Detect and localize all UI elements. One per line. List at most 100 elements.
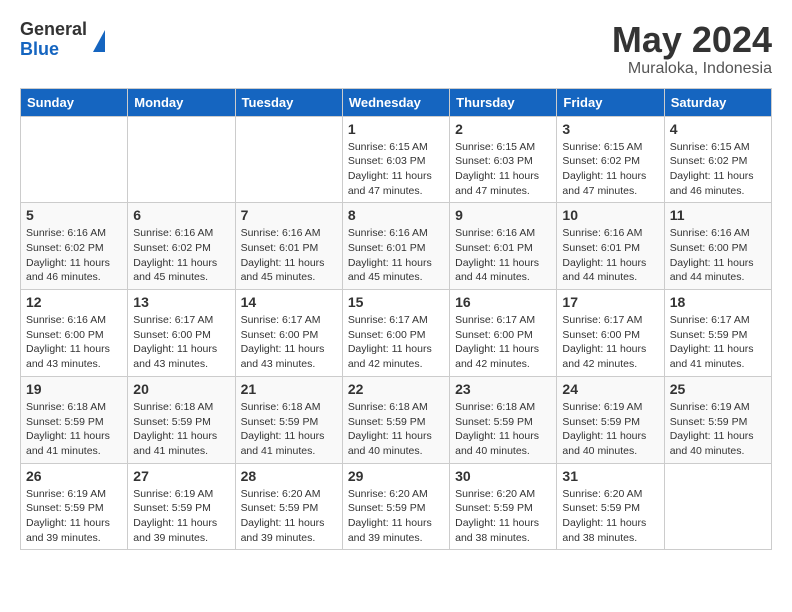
day-info: Sunrise: 6:18 AMSunset: 5:59 PMDaylight:… xyxy=(455,400,551,459)
calendar-cell: 2Sunrise: 6:15 AMSunset: 6:03 PMDaylight… xyxy=(450,116,557,203)
calendar-cell: 27 Sunrise: 6:19 AMSunset: 5:59 PMDayligh… xyxy=(128,463,235,550)
logo-triangle-icon xyxy=(93,30,105,52)
calendar-cell xyxy=(21,116,128,203)
day-number: 24 xyxy=(562,381,658,397)
header-tuesday: Tuesday xyxy=(235,88,342,116)
day-info: Sunrise: 6:17 AMSunset: 6:00 PMDaylight:… xyxy=(455,313,551,372)
calendar-cell: 5 Sunrise: 6:16 AMSunset: 6:02 PMDaylight… xyxy=(21,203,128,290)
day-number: 25 xyxy=(670,381,766,397)
day-info: Sunrise: 6:19 AMSunset: 5:59 PMDaylight:… xyxy=(670,400,766,459)
logo-text: General Blue xyxy=(20,20,87,60)
day-info: Sunrise: 6:20 AMSunset: 5:59 PMDaylight:… xyxy=(241,487,337,546)
day-info: Sunrise: 6:16 AMSunset: 6:01 PMDaylight:… xyxy=(562,226,658,285)
calendar-body: 1 Sunrise: 6:15 AMSunset: 6:03 PMDaylight… xyxy=(21,116,772,550)
day-number: 30 xyxy=(455,468,551,484)
day-number: 9 xyxy=(455,207,551,223)
day-info: Sunrise: 6:19 AMSunset: 5:59 PMDaylight:… xyxy=(133,487,229,546)
day-info: Sunrise: 6:20 AMSunset: 5:59 PMDaylight:… xyxy=(562,487,658,546)
day-number: 17 xyxy=(562,294,658,310)
day-number: 19 xyxy=(26,381,122,397)
logo-general: General xyxy=(20,20,87,40)
calendar-week-row: 12 Sunrise: 6:16 AMSunset: 6:00 PMDayligh… xyxy=(21,290,772,377)
day-info: Sunrise: 6:19 AMSunset: 5:59 PMDaylight:… xyxy=(26,487,122,546)
calendar-cell xyxy=(128,116,235,203)
day-number: 28 xyxy=(241,468,337,484)
calendar-cell: 19 Sunrise: 6:18 AMSunset: 5:59 PMDayligh… xyxy=(21,376,128,463)
calendar-header: Sunday Monday Tuesday Wednesday Thursday… xyxy=(21,88,772,116)
calendar-cell xyxy=(664,463,771,550)
day-info: Sunrise: 6:15 AMSunset: 6:03 PMDaylight:… xyxy=(348,140,444,199)
day-number: 12 xyxy=(26,294,122,310)
calendar-cell: 29 Sunrise: 6:20 AMSunset: 5:59 PMDayligh… xyxy=(342,463,449,550)
calendar-cell: 10Sunrise: 6:16 AMSunset: 6:01 PMDayligh… xyxy=(557,203,664,290)
day-number: 13 xyxy=(133,294,229,310)
days-of-week-row: Sunday Monday Tuesday Wednesday Thursday… xyxy=(21,88,772,116)
calendar-cell: 21Sunrise: 6:18 AMSunset: 5:59 PMDayligh… xyxy=(235,376,342,463)
day-info: Sunrise: 6:16 AMSunset: 6:00 PMDaylight:… xyxy=(26,313,122,372)
day-number: 8 xyxy=(348,207,444,223)
calendar-table: Sunday Monday Tuesday Wednesday Thursday… xyxy=(20,88,772,551)
day-info: Sunrise: 6:20 AMSunset: 5:59 PMDaylight:… xyxy=(455,487,551,546)
calendar-cell: 30 Sunrise: 6:20 AMSunset: 5:59 PMDayligh… xyxy=(450,463,557,550)
calendar-cell: 22Sunrise: 6:18 AMSunset: 5:59 PMDayligh… xyxy=(342,376,449,463)
day-number: 2 xyxy=(455,121,551,137)
calendar-cell: 15Sunrise: 6:17 AMSunset: 6:00 PMDayligh… xyxy=(342,290,449,377)
day-info: Sunrise: 6:17 AMSunset: 6:00 PMDaylight:… xyxy=(562,313,658,372)
header-friday: Friday xyxy=(557,88,664,116)
day-info: Sunrise: 6:18 AMSunset: 5:59 PMDaylight:… xyxy=(133,400,229,459)
day-number: 4 xyxy=(670,121,766,137)
day-number: 27 xyxy=(133,468,229,484)
day-number: 7 xyxy=(241,207,337,223)
day-number: 26 xyxy=(26,468,122,484)
day-info: Sunrise: 6:16 AMSunset: 6:01 PMDaylight:… xyxy=(348,226,444,285)
day-number: 18 xyxy=(670,294,766,310)
calendar-cell: 6Sunrise: 6:16 AMSunset: 6:02 PMDaylight… xyxy=(128,203,235,290)
calendar-cell: 23 Sunrise: 6:18 AMSunset: 5:59 PMDayligh… xyxy=(450,376,557,463)
day-number: 3 xyxy=(562,121,658,137)
calendar-cell: 9 Sunrise: 6:16 AMSunset: 6:01 PMDaylight… xyxy=(450,203,557,290)
header-saturday: Saturday xyxy=(664,88,771,116)
day-number: 16 xyxy=(455,294,551,310)
calendar-cell: 4 Sunrise: 6:15 AMSunset: 6:02 PMDaylight… xyxy=(664,116,771,203)
calendar-week-row: 19 Sunrise: 6:18 AMSunset: 5:59 PMDayligh… xyxy=(21,376,772,463)
day-info: Sunrise: 6:18 AMSunset: 5:59 PMDaylight:… xyxy=(26,400,122,459)
calendar-cell: 11Sunrise: 6:16 AMSunset: 6:00 PMDayligh… xyxy=(664,203,771,290)
day-info: Sunrise: 6:15 AMSunset: 6:02 PMDaylight:… xyxy=(670,140,766,199)
calendar-week-row: 5 Sunrise: 6:16 AMSunset: 6:02 PMDaylight… xyxy=(21,203,772,290)
logo-blue: Blue xyxy=(20,40,87,60)
header-wednesday: Wednesday xyxy=(342,88,449,116)
day-info: Sunrise: 6:17 AMSunset: 5:59 PMDaylight:… xyxy=(670,313,766,372)
day-info: Sunrise: 6:17 AMSunset: 6:00 PMDaylight:… xyxy=(348,313,444,372)
calendar-cell: 12 Sunrise: 6:16 AMSunset: 6:00 PMDayligh… xyxy=(21,290,128,377)
header-monday: Monday xyxy=(128,88,235,116)
day-number: 14 xyxy=(241,294,337,310)
header-sunday: Sunday xyxy=(21,88,128,116)
day-info: Sunrise: 6:19 AMSunset: 5:59 PMDaylight:… xyxy=(562,400,658,459)
day-info: Sunrise: 6:16 AMSunset: 6:01 PMDaylight:… xyxy=(241,226,337,285)
location: Muraloka, Indonesia xyxy=(612,60,772,78)
day-info: Sunrise: 6:16 AMSunset: 6:02 PMDaylight:… xyxy=(26,226,122,285)
day-number: 23 xyxy=(455,381,551,397)
calendar-cell: 13Sunrise: 6:17 AMSunset: 6:00 PMDayligh… xyxy=(128,290,235,377)
calendar-week-row: 26 Sunrise: 6:19 AMSunset: 5:59 PMDayligh… xyxy=(21,463,772,550)
logo: General Blue xyxy=(20,20,105,60)
day-info: Sunrise: 6:18 AMSunset: 5:59 PMDaylight:… xyxy=(241,400,337,459)
day-number: 29 xyxy=(348,468,444,484)
day-info: Sunrise: 6:16 AMSunset: 6:01 PMDaylight:… xyxy=(455,226,551,285)
calendar-cell: 26 Sunrise: 6:19 AMSunset: 5:59 PMDayligh… xyxy=(21,463,128,550)
calendar-cell: 20 Sunrise: 6:18 AMSunset: 5:59 PMDayligh… xyxy=(128,376,235,463)
title-block: May 2024 Muraloka, Indonesia xyxy=(612,20,772,78)
day-number: 1 xyxy=(348,121,444,137)
day-number: 22 xyxy=(348,381,444,397)
calendar-week-row: 1 Sunrise: 6:15 AMSunset: 6:03 PMDaylight… xyxy=(21,116,772,203)
day-info: Sunrise: 6:16 AMSunset: 6:02 PMDaylight:… xyxy=(133,226,229,285)
day-number: 31 xyxy=(562,468,658,484)
day-info: Sunrise: 6:20 AMSunset: 5:59 PMDaylight:… xyxy=(348,487,444,546)
calendar-cell: 28 Sunrise: 6:20 AMSunset: 5:59 PMDayligh… xyxy=(235,463,342,550)
day-number: 20 xyxy=(133,381,229,397)
day-number: 5 xyxy=(26,207,122,223)
calendar-cell: 24 Sunrise: 6:19 AMSunset: 5:59 PMDayligh… xyxy=(557,376,664,463)
day-info: Sunrise: 6:16 AMSunset: 6:00 PMDaylight:… xyxy=(670,226,766,285)
calendar-cell: 17 Sunrise: 6:17 AMSunset: 6:00 PMDayligh… xyxy=(557,290,664,377)
calendar-cell: 31 Sunrise: 6:20 AMSunset: 5:59 PMDayligh… xyxy=(557,463,664,550)
